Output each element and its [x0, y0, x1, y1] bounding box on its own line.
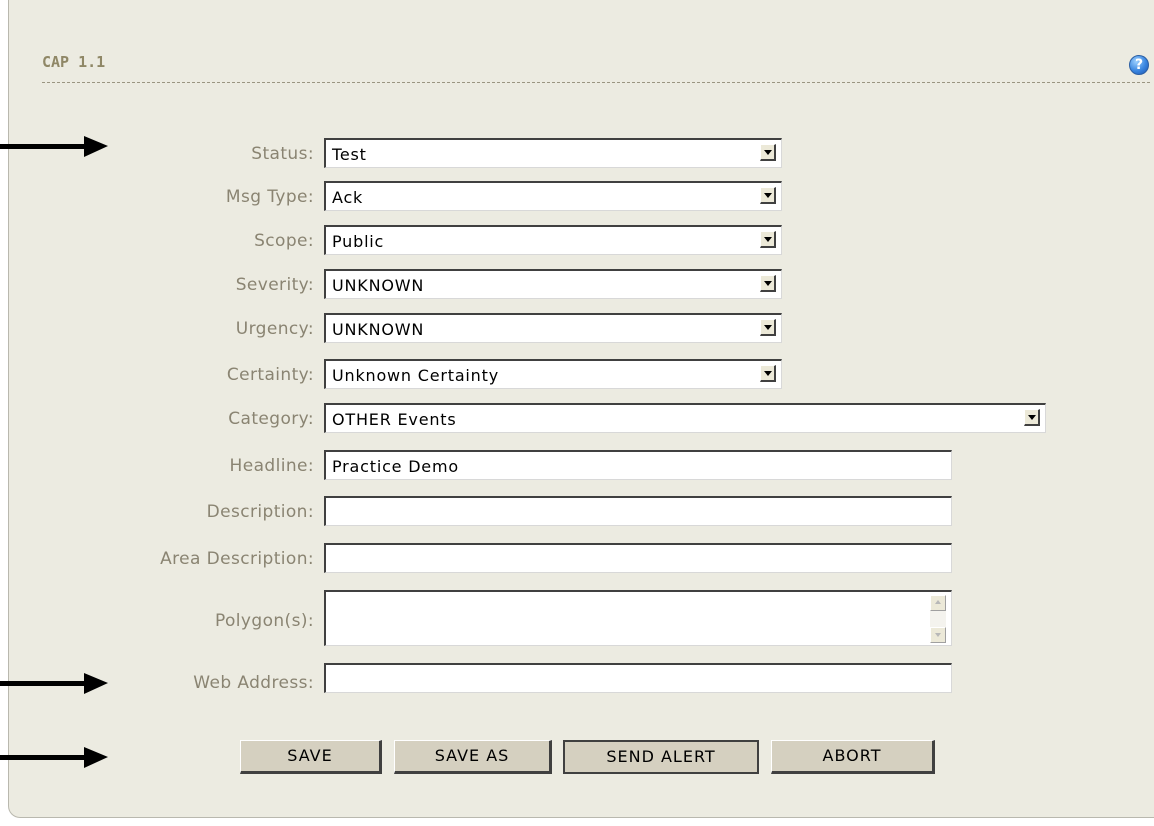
certainty-label: Certainty: — [226, 365, 314, 385]
headline-value: Practice Demo — [332, 457, 459, 476]
category-select[interactable]: OTHER Events — [324, 403, 1046, 433]
web-address-label: Web Address: — [193, 673, 314, 693]
headline-input[interactable]: Practice Demo — [324, 450, 952, 480]
description-label: Description: — [206, 502, 314, 522]
save-button[interactable]: SAVE — [240, 740, 382, 774]
headline-label: Headline: — [229, 456, 314, 476]
send-alert-button[interactable]: SEND ALERT — [563, 740, 759, 774]
description-input[interactable] — [324, 496, 952, 526]
polygons-label: Polygon(s): — [214, 611, 314, 631]
status-label: Status: — [251, 144, 314, 164]
scope-select[interactable]: Public — [324, 225, 782, 255]
panel-title: CAP 1.1 — [42, 53, 106, 71]
category-value: OTHER Events — [332, 410, 457, 429]
polygons-textarea[interactable] — [324, 590, 952, 646]
severity-value: UNKNOWN — [332, 276, 425, 295]
abort-button[interactable]: ABORT — [771, 740, 935, 774]
chevron-down-icon[interactable] — [760, 319, 776, 336]
msg-type-select[interactable]: Ack — [324, 181, 782, 211]
scroll-down-icon[interactable] — [930, 627, 946, 643]
help-icon[interactable]: ? — [1129, 55, 1149, 75]
severity-label: Severity: — [235, 275, 314, 295]
scope-value: Public — [332, 232, 385, 251]
scroll-up-icon[interactable] — [930, 595, 946, 611]
save-as-button[interactable]: SAVE AS — [394, 740, 552, 774]
polygons-scrollbar[interactable] — [930, 595, 946, 643]
msg-type-label: Msg Type: — [225, 187, 314, 207]
chevron-down-icon[interactable] — [760, 275, 776, 292]
certainty-select[interactable]: Unknown Certainty — [324, 359, 782, 389]
area-description-input[interactable] — [324, 543, 952, 573]
msg-type-value: Ack — [332, 188, 364, 207]
annotation-arrow-buttons — [0, 747, 108, 768]
status-select[interactable]: Test — [324, 138, 782, 168]
chevron-down-icon[interactable] — [760, 187, 776, 204]
urgency-select[interactable]: UNKNOWN — [324, 313, 782, 343]
certainty-value: Unknown Certainty — [332, 366, 499, 385]
urgency-label: Urgency: — [235, 319, 314, 339]
chevron-down-icon[interactable] — [760, 231, 776, 248]
chevron-down-icon[interactable] — [1024, 409, 1040, 426]
area-description-label: Area Description: — [160, 549, 314, 569]
chevron-down-icon[interactable] — [760, 144, 776, 161]
title-divider — [42, 82, 1150, 83]
web-address-input[interactable] — [324, 663, 952, 693]
urgency-value: UNKNOWN — [332, 320, 425, 339]
status-value: Test — [332, 145, 367, 164]
scope-label: Scope: — [254, 231, 314, 251]
category-label: Category: — [228, 409, 314, 429]
severity-select[interactable]: UNKNOWN — [324, 269, 782, 299]
chevron-down-icon[interactable] — [760, 365, 776, 382]
